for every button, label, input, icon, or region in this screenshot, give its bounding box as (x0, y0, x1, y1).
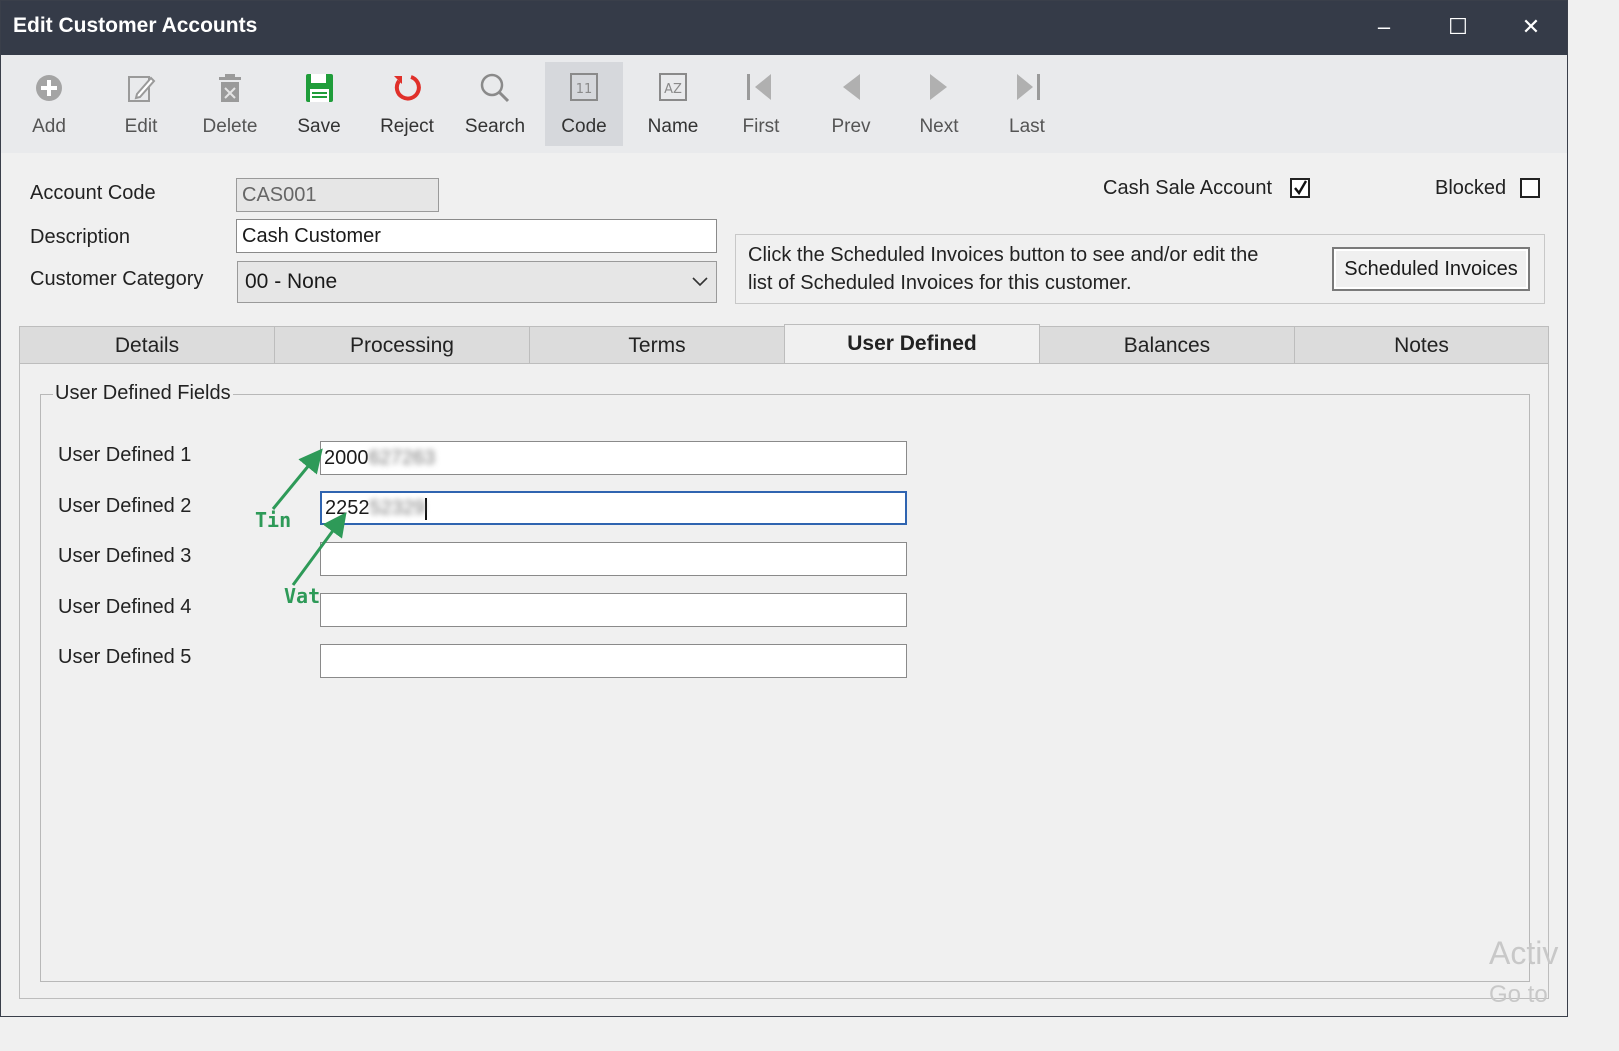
tin-arrow (271, 448, 323, 510)
tin-annotation: Tin (255, 508, 292, 532)
annotation-arrows (271, 448, 347, 586)
vat-arrow (291, 512, 347, 586)
activation-watermark-line2: Go to (1489, 981, 1548, 1008)
activation-watermark-line1: Activ (1489, 935, 1559, 971)
vat-annotation: Vat (284, 584, 321, 608)
edit-customer-accounts-window: Edit Customer Accounts – ☐ ✕ Add Edit De… (0, 0, 1568, 1017)
